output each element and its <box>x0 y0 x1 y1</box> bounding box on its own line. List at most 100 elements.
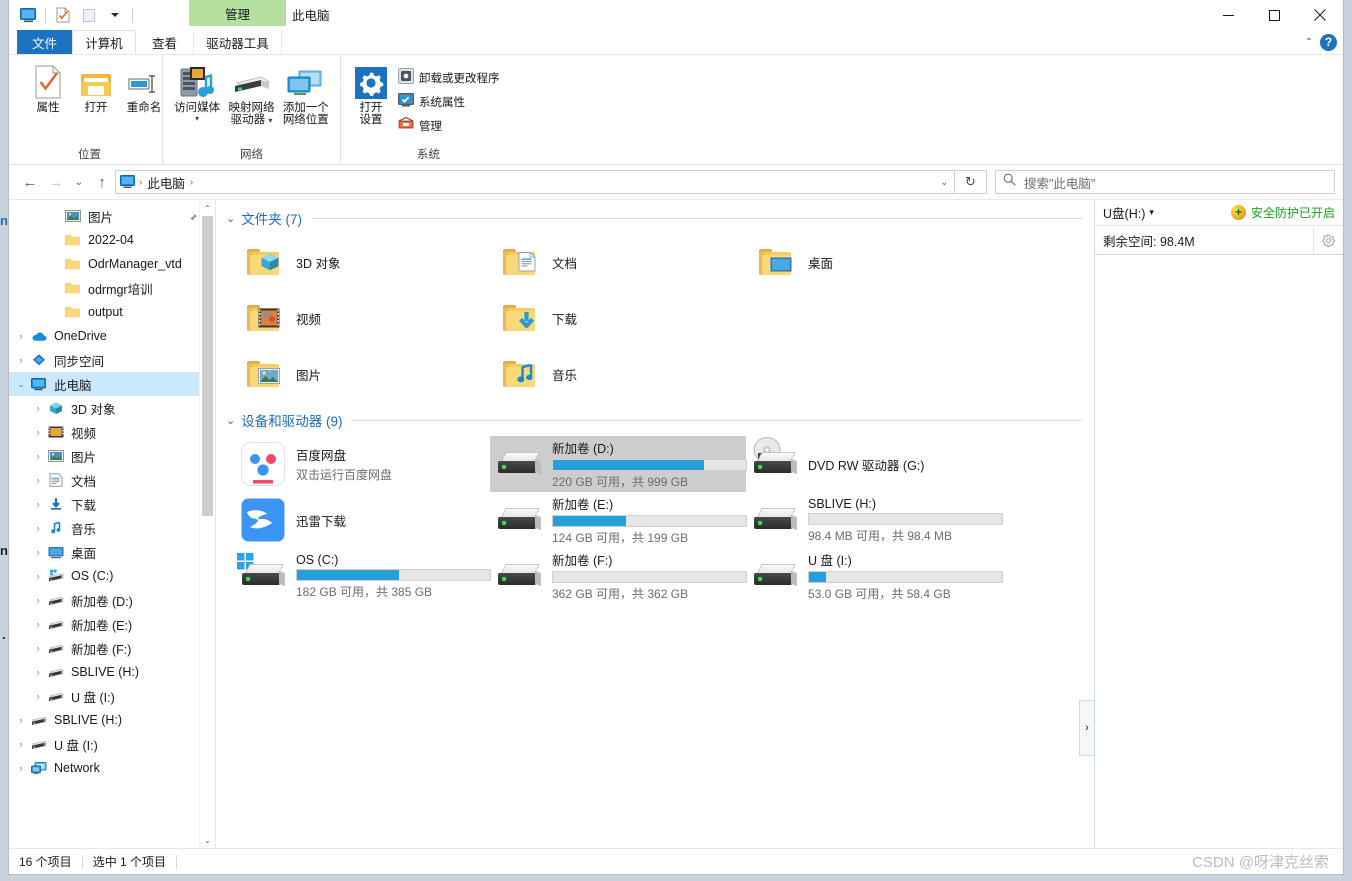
tile-新加卷e[interactable]: 新加卷 (E:) 124 GB 可用，共 199 GB <box>490 492 747 548</box>
tile-3d对象[interactable]: 3D 对象 <box>234 234 490 290</box>
gear-icon[interactable] <box>1313 226 1343 254</box>
open-settings-button[interactable]: 打开 设置 <box>349 61 393 144</box>
chevron-down-icon[interactable]: ▾ <box>1149 207 1154 218</box>
file-list-pane[interactable]: ⌄ 文件夹 (7) 3D 对象 文档 桌面 视频 下载 图片 音乐 ⌄ 设备和驱动器 (9) 百度网盘… <box>216 200 1094 848</box>
close-button[interactable] <box>1297 0 1343 30</box>
nav-item-桌面[interactable]: › 桌面 <box>9 540 215 564</box>
nav-item-新加卷d[interactable]: › 新加卷 (D:) <box>9 588 215 612</box>
nav-item-odrmanager_vtd[interactable]: OdrManager_vtd <box>9 252 215 276</box>
customize-caret-icon[interactable] <box>104 4 126 26</box>
back-button[interactable]: ← <box>17 169 43 195</box>
nav-item-osc[interactable]: › OS (C:) <box>9 564 215 588</box>
tab-file[interactable]: 文件 <box>17 30 72 54</box>
nav-scrollbar-thumb[interactable] <box>202 216 213 516</box>
tile-百度网盘[interactable]: 百度网盘 双击运行百度网盘 <box>234 436 490 492</box>
nav-item-新加卷e[interactable]: › 新加卷 (E:) <box>9 612 215 636</box>
tile-osc[interactable]: OS (C:) 182 GB 可用，共 385 GB <box>234 548 491 604</box>
access-media-button[interactable]: 访问媒体 ▾ <box>171 61 223 144</box>
scroll-down-icon[interactable]: ⌄ <box>200 832 215 848</box>
tile-新加卷f[interactable]: 新加卷 (F:) 362 GB 可用，共 362 GB <box>490 548 747 604</box>
nav-item-此电脑[interactable]: ⌄ 此电脑 <box>9 372 215 396</box>
nav-item-odrmgr培训[interactable]: odrmgr培训 <box>9 276 215 300</box>
new-folder-icon[interactable] <box>78 4 100 26</box>
tab-drive-tools[interactable]: 驱动器工具 <box>193 30 282 54</box>
search-input[interactable]: 搜索"此电脑" <box>995 170 1335 194</box>
map-network-drive-button[interactable]: 映射网络 驱动器 ▾ <box>225 61 277 144</box>
tile-图片[interactable]: 图片 <box>234 346 490 402</box>
tile-新加卷d[interactable]: 新加卷 (D:) 220 GB 可用，共 999 GB <box>490 436 747 492</box>
chevron-down-icon[interactable]: ⌄ <box>226 212 235 225</box>
this-pc-icon[interactable] <box>17 4 39 26</box>
nav-item-u盘i[interactable]: › U 盘 (I:) <box>9 732 215 756</box>
nav-item-音乐[interactable]: › 音乐 <box>9 516 215 540</box>
chevron-down-icon[interactable]: ▾ <box>195 115 199 123</box>
pin-icon[interactable] <box>186 209 199 225</box>
nav-item-同步空间[interactable]: › 同步空间 <box>9 348 215 372</box>
tab-computer[interactable]: 计算机 <box>72 30 136 54</box>
system-properties-button[interactable]: 系统属性 <box>395 91 505 113</box>
nav-item-图片[interactable]: 图片 <box>9 204 215 228</box>
tile-u盘i[interactable]: U 盘 (I:) 53.0 GB 可用，共 58.4 GB <box>746 548 1003 604</box>
breadcrumb[interactable]: › 此电脑 › ⌄ <box>115 170 955 194</box>
this-pc-icon[interactable] <box>120 175 136 189</box>
chevron-right-icon[interactable]: › <box>13 355 29 365</box>
tile-音乐[interactable]: 音乐 <box>490 346 746 402</box>
address-dropdown-icon[interactable]: ⌄ <box>940 177 948 188</box>
recent-locations-button[interactable]: ⌄ <box>69 169 89 195</box>
nav-item-新加卷f[interactable]: › 新加卷 (F:) <box>9 636 215 660</box>
tab-view[interactable]: 查看 <box>136 30 193 54</box>
nav-item-output[interactable]: output <box>9 300 215 324</box>
chevron-right-icon[interactable]: › <box>30 523 46 533</box>
forward-button[interactable]: → <box>43 169 69 195</box>
nav-item-u盘i[interactable]: › U 盘 (I:) <box>9 684 215 708</box>
usb-drive-selector[interactable]: U盘(H:) ▾ <box>1103 203 1154 222</box>
nav-scrollbar[interactable]: ⌃ ⌄ <box>199 200 215 848</box>
chevron-right-icon[interactable]: › <box>30 427 46 437</box>
chevron-right-icon[interactable]: › <box>30 667 46 677</box>
chevron-right-icon[interactable]: › <box>30 475 46 485</box>
nav-item-视频[interactable]: › 视频 <box>9 420 215 444</box>
tile-下载[interactable]: 下载 <box>490 290 746 346</box>
nav-item-sbliveh[interactable]: › SBLIVE (H:) <box>9 660 215 684</box>
chevron-right-icon[interactable]: › <box>30 403 46 413</box>
tile-dvdrw驱动器g[interactable]: DVD DVD RW 驱动器 (G:) <box>746 436 1002 492</box>
maximize-button[interactable] <box>1251 0 1297 30</box>
nav-item-下载[interactable]: › 下载 <box>9 492 215 516</box>
chevron-right-icon[interactable]: › <box>30 595 46 605</box>
help-icon[interactable]: ? <box>1320 33 1337 51</box>
properties-button[interactable]: 属性 <box>25 61 71 144</box>
tile-sbliveh[interactable]: SBLIVE (H:) 98.4 MB 可用，共 98.4 MB <box>746 492 1003 548</box>
group-header-1[interactable]: ⌄ 设备和驱动器 (9) <box>216 402 1094 434</box>
chevron-right-icon[interactable]: › <box>30 691 46 701</box>
chevron-right-icon[interactable]: › <box>13 763 29 773</box>
collapse-ribbon-icon[interactable]: ⌃ <box>1305 37 1313 48</box>
tile-迅雷下载[interactable]: 迅雷下载 <box>234 492 490 548</box>
up-button[interactable]: ↑ <box>89 169 115 195</box>
tile-文档[interactable]: 文档 <box>490 234 746 290</box>
chevron-right-icon[interactable]: › <box>30 571 46 581</box>
nav-item-onedrive[interactable]: › OneDrive <box>9 324 215 348</box>
nav-item-2022-04[interactable]: 2022-04 <box>9 228 215 252</box>
scroll-up-icon[interactable]: ⌃ <box>200 200 215 216</box>
chevron-down-icon[interactable]: ⌄ <box>226 414 235 427</box>
open-button[interactable]: 打开 <box>73 61 119 144</box>
add-network-location-button[interactable]: 添加一个 网络位置 <box>280 61 332 144</box>
chevron-right-icon[interactable]: › <box>13 715 29 725</box>
properties-icon[interactable] <box>52 4 74 26</box>
chevron-right-icon[interactable]: › <box>30 619 46 629</box>
tile-视频[interactable]: 视频 <box>234 290 490 346</box>
nav-item-sbliveh[interactable]: › SBLIVE (H:) <box>9 708 215 732</box>
nav-item-文档[interactable]: › 文档 <box>9 468 215 492</box>
group-header-0[interactable]: ⌄ 文件夹 (7) <box>216 200 1094 232</box>
chevron-right-icon[interactable]: › <box>30 547 46 557</box>
breadcrumb-separator-2[interactable]: › <box>190 177 193 188</box>
uninstall-program-button[interactable]: 卸载或更改程序 <box>395 67 505 89</box>
pane-expand-button[interactable]: › <box>1079 700 1094 756</box>
nav-scrollbar-track[interactable] <box>200 216 215 832</box>
chevron-right-icon[interactable]: › <box>30 643 46 653</box>
nav-item-3d对象[interactable]: › 3D 对象 <box>9 396 215 420</box>
breadcrumb-item-this-pc[interactable]: 此电脑 <box>145 173 187 192</box>
minimize-button[interactable] <box>1205 0 1251 30</box>
contextual-tab-management[interactable]: 管理 <box>189 0 286 26</box>
refresh-button[interactable]: ↻ <box>955 170 987 194</box>
